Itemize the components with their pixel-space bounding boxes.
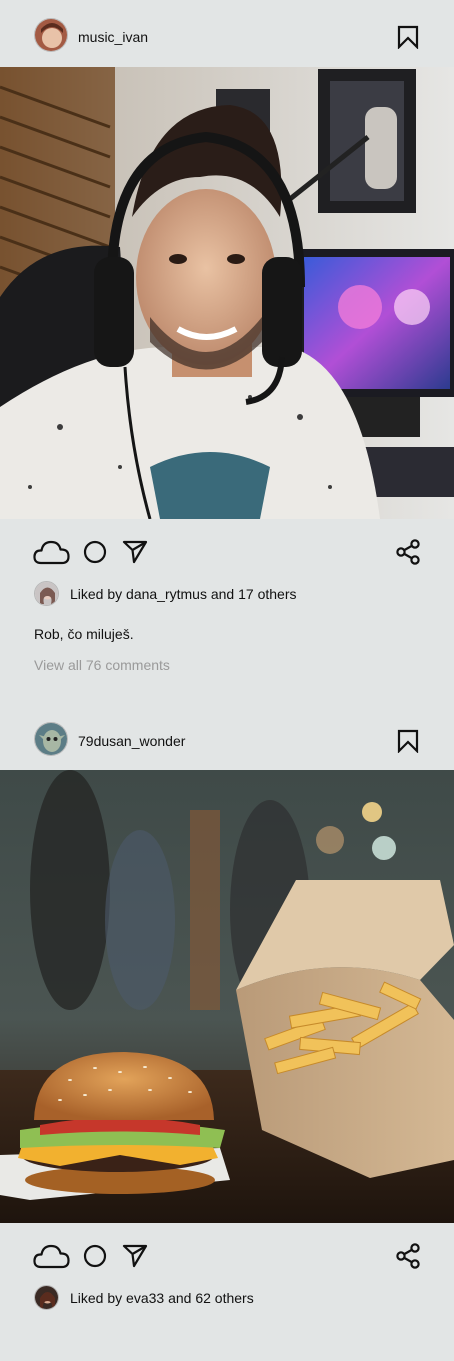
liker-avatar[interactable] (34, 581, 59, 606)
send-icon[interactable] (122, 540, 148, 564)
circle-icon[interactable] (83, 1244, 107, 1268)
post: 79dusan_wonder Liked by eva33 and 62 oth… (0, 704, 454, 1315)
bookmark-icon[interactable] (396, 729, 420, 754)
share-icon[interactable] (395, 1243, 421, 1269)
circle-icon[interactable] (83, 540, 107, 564)
post-photo[interactable] (0, 67, 454, 519)
likes-row: Liked by eva33 and 62 others (0, 1285, 454, 1315)
view-comments-link[interactable]: View all 76 comments (34, 657, 170, 674)
cloud-icon[interactable] (33, 539, 70, 565)
post-actions (0, 1223, 454, 1285)
user-avatar[interactable] (34, 722, 68, 756)
likes-text[interactable]: Liked by dana_rytmus and 17 others (70, 586, 296, 603)
post-header: music_ivan (0, 0, 454, 67)
post-caption: Rob, čo miluješ. (34, 626, 134, 642)
liker-avatar[interactable] (34, 1285, 59, 1310)
post-photo[interactable] (0, 770, 454, 1223)
share-icon[interactable] (395, 539, 421, 565)
cloud-icon[interactable] (33, 1243, 70, 1269)
post-header: 79dusan_wonder (0, 704, 454, 770)
bookmark-icon[interactable] (396, 25, 420, 50)
post-actions (0, 519, 454, 581)
post-username[interactable]: 79dusan_wonder (78, 733, 185, 750)
likes-row: Liked by dana_rytmus and 17 others (0, 581, 454, 611)
send-icon[interactable] (122, 1244, 148, 1268)
post: music_ivan Liked by dana_rytmus and 17 o… (0, 0, 454, 611)
post-username[interactable]: music_ivan (78, 29, 148, 46)
user-avatar[interactable] (34, 18, 68, 52)
likes-text[interactable]: Liked by eva33 and 62 others (70, 1290, 254, 1307)
